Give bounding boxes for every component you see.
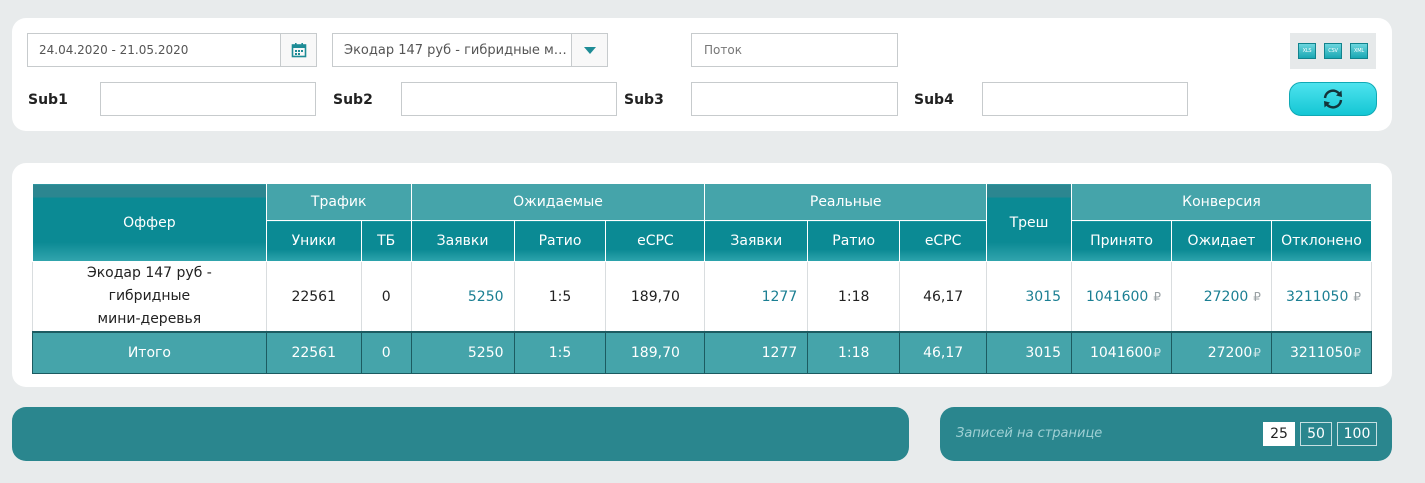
ruble-icon: ₽ bbox=[1253, 345, 1261, 360]
row-uniques: 22561 bbox=[265, 261, 362, 333]
row-accepted-value: 1041600 bbox=[1085, 288, 1149, 305]
calendar-icon bbox=[291, 43, 306, 58]
ruble-icon: ₽ bbox=[1353, 289, 1361, 304]
table-row: Экодар 147 руб - гибридные мини-деревья … bbox=[32, 261, 1373, 333]
xml-export-icon[interactable]: XML bbox=[1350, 43, 1368, 59]
chevron-down-icon bbox=[583, 46, 596, 54]
row-expected-ecpc: 189,70 bbox=[605, 261, 706, 333]
offer-select-value: Экодар 147 руб - гибридные мини-деревья bbox=[344, 42, 571, 58]
total-uniques: 22561 bbox=[265, 331, 362, 374]
row-expected-orders-link[interactable]: 5250 bbox=[410, 261, 515, 333]
export-toolbar: XLS CSV XML bbox=[1290, 33, 1376, 69]
total-accepted: 1041600₽ bbox=[1071, 331, 1172, 374]
sub4-label: Sub4 bbox=[914, 92, 954, 108]
header-expected-ratio[interactable]: Ратио bbox=[513, 220, 607, 262]
total-real-ecpc: 46,17 bbox=[899, 331, 988, 374]
per-page-50-button[interactable]: 50 bbox=[1300, 422, 1332, 446]
total-rejected-value: 3211050 bbox=[1290, 344, 1353, 361]
header-pending[interactable]: Ожидает bbox=[1170, 220, 1272, 262]
header-traffic: Трафик bbox=[265, 183, 412, 221]
total-pending-value: 27200 bbox=[1207, 344, 1253, 361]
total-real-ratio: 1:18 bbox=[807, 331, 901, 374]
flow-input[interactable] bbox=[691, 33, 898, 67]
table-total-row: Итого 22561 0 5250 1:5 189,70 1277 1:18 … bbox=[32, 331, 1373, 374]
row-expected-ratio: 1:5 bbox=[513, 261, 607, 333]
sub2-input[interactable] bbox=[401, 82, 617, 116]
header-offer[interactable]: Оффер bbox=[32, 183, 267, 262]
calendar-button[interactable] bbox=[280, 34, 316, 66]
total-real-orders: 1277 bbox=[704, 331, 809, 374]
stats-panel: Оффер Трафик Ожидаемые Реальные Треш Кон… bbox=[12, 163, 1392, 387]
header-uniques[interactable]: Уники bbox=[265, 220, 362, 262]
stats-table: Оффер Трафик Ожидаемые Реальные Треш Кон… bbox=[32, 183, 1373, 374]
row-trash-link[interactable]: 3015 bbox=[986, 261, 1072, 333]
ruble-icon: ₽ bbox=[1353, 345, 1361, 360]
row-pending-link[interactable]: 27200 ₽ bbox=[1170, 261, 1272, 333]
header-expected-orders[interactable]: Заявки bbox=[410, 220, 515, 262]
row-real-ratio: 1:18 bbox=[807, 261, 901, 333]
header-expected-ecpc[interactable]: eCPC bbox=[605, 220, 706, 262]
offer-select[interactable]: Экодар 147 руб - гибридные мини-деревья bbox=[332, 33, 608, 67]
sub3-label: Sub3 bbox=[624, 92, 664, 108]
total-pending: 27200₽ bbox=[1170, 331, 1272, 374]
date-range-value: 24.04.2020 - 21.05.2020 bbox=[39, 43, 189, 57]
header-tb[interactable]: ТБ bbox=[360, 220, 412, 262]
xls-export-icon[interactable]: XLS bbox=[1298, 43, 1316, 59]
header-real-ecpc[interactable]: eCPC bbox=[899, 220, 988, 262]
ruble-icon: ₽ bbox=[1153, 289, 1161, 304]
row-offer-line2: мини-деревья bbox=[97, 311, 202, 327]
sub2-label: Sub2 bbox=[333, 92, 373, 108]
refresh-icon bbox=[1323, 89, 1343, 109]
total-trash: 3015 bbox=[986, 331, 1072, 374]
total-tb: 0 bbox=[360, 331, 412, 374]
date-range-field[interactable]: 24.04.2020 - 21.05.2020 bbox=[27, 33, 317, 67]
filter-panel: 24.04.2020 - 21.05.2020 Экодар 147 руб -… bbox=[12, 18, 1392, 131]
pagination-bar bbox=[12, 407, 909, 461]
sub1-input[interactable] bbox=[100, 82, 316, 116]
header-real-ratio[interactable]: Ратио bbox=[807, 220, 901, 262]
header-real: Реальные bbox=[704, 183, 988, 221]
total-accepted-value: 1041600 bbox=[1089, 344, 1153, 361]
offer-dropdown-button[interactable] bbox=[571, 34, 607, 66]
row-offer-line1: Экодар 147 руб - гибридные bbox=[86, 265, 212, 304]
sub3-input[interactable] bbox=[691, 82, 898, 116]
header-trash[interactable]: Треш bbox=[986, 183, 1072, 262]
total-expected-orders: 5250 bbox=[410, 331, 515, 374]
header-accepted[interactable]: Принято bbox=[1071, 220, 1172, 262]
refresh-button[interactable] bbox=[1289, 82, 1377, 116]
ruble-icon: ₽ bbox=[1153, 345, 1161, 360]
row-real-orders-link[interactable]: 1277 bbox=[704, 261, 809, 333]
header-conversion: Конверсия bbox=[1071, 183, 1372, 221]
total-expected-ecpc: 189,70 bbox=[605, 331, 706, 374]
header-rejected[interactable]: Отклонено bbox=[1270, 220, 1373, 262]
ruble-icon: ₽ bbox=[1253, 289, 1261, 304]
row-offer-name: Экодар 147 руб - гибридные мини-деревья bbox=[32, 261, 267, 333]
header-expected: Ожидаемые bbox=[410, 183, 706, 221]
per-page-label: Записей на странице bbox=[956, 426, 1103, 441]
total-label: Итого bbox=[32, 331, 267, 374]
per-page-bar: Записей на странице 25 50 100 bbox=[940, 407, 1392, 461]
per-page-25-button[interactable]: 25 bbox=[1263, 422, 1295, 446]
total-rejected: 3211050₽ bbox=[1270, 331, 1373, 374]
row-rejected-link[interactable]: 3211050 ₽ bbox=[1270, 261, 1373, 333]
per-page-100-button[interactable]: 100 bbox=[1337, 422, 1377, 446]
sub4-input[interactable] bbox=[982, 82, 1188, 116]
row-accepted-link[interactable]: 1041600 ₽ bbox=[1071, 261, 1172, 333]
total-expected-ratio: 1:5 bbox=[513, 331, 607, 374]
csv-export-icon[interactable]: CSV bbox=[1324, 43, 1342, 59]
sub1-label: Sub1 bbox=[28, 92, 68, 108]
row-pending-value: 27200 bbox=[1203, 288, 1249, 305]
row-rejected-value: 3211050 bbox=[1286, 288, 1349, 305]
row-tb: 0 bbox=[360, 261, 412, 333]
header-real-orders[interactable]: Заявки bbox=[704, 220, 809, 262]
row-real-ecpc: 46,17 bbox=[899, 261, 988, 333]
